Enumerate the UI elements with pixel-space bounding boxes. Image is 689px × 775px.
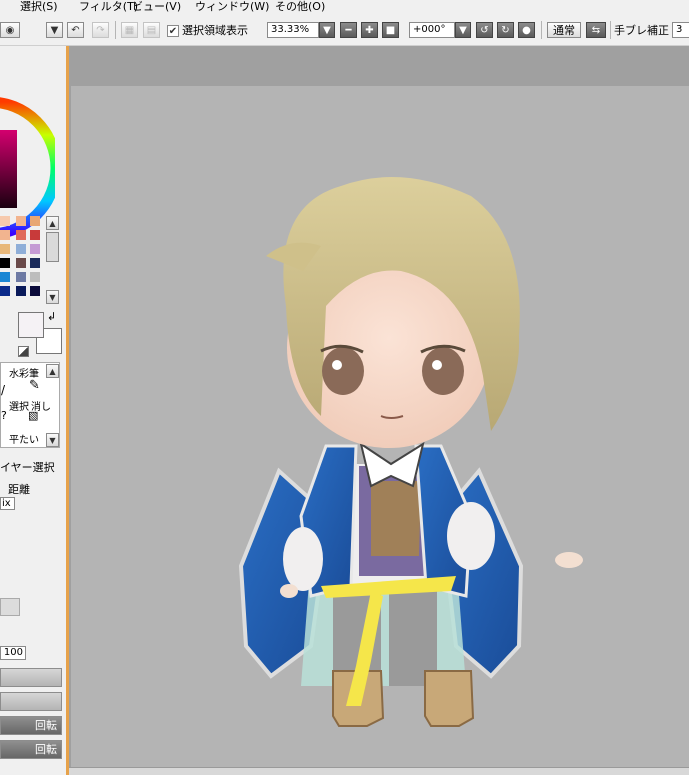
deselect-button[interactable]: ▦ (121, 22, 138, 38)
dropdown-button[interactable]: ▼ (46, 22, 63, 38)
rotate-button-1[interactable]: 回転 (0, 716, 62, 735)
chevron-down-icon: ▼ (459, 24, 467, 36)
selection-pen-icon: ? (1, 409, 7, 422)
swatch[interactable] (16, 286, 26, 296)
panel-toggle-button[interactable]: ◉ (0, 22, 20, 38)
swatch[interactable] (30, 216, 40, 226)
rotate-reset-button[interactable]: ● (518, 22, 535, 38)
menu-window[interactable]: ウィンドウ(W) (195, 0, 269, 13)
rotate-left-button[interactable]: ↺ (476, 22, 493, 38)
plus-icon: ✚ (365, 24, 374, 36)
zoom-dropdown-button[interactable]: ▼ (319, 22, 335, 38)
check-icon: ✔ (168, 25, 178, 37)
layer-button-1[interactable] (0, 668, 62, 687)
swatch[interactable] (30, 258, 40, 268)
brush-flat-label[interactable]: 平たい (9, 431, 39, 446)
flip-icon: ⇆ (591, 24, 601, 36)
pen-icon: / (1, 383, 6, 397)
toolbar-divider (610, 21, 611, 39)
chevron-down-icon: ▼ (323, 24, 331, 36)
swatch[interactable] (16, 258, 26, 268)
palette-scroll-up-button[interactable]: ▲ (46, 216, 59, 230)
rotation-dropdown-button[interactable]: ▼ (455, 22, 471, 38)
flip-button[interactable]: ⇆ (586, 22, 606, 38)
redo-icon: ↷ (96, 24, 105, 36)
square-icon: ■ (385, 24, 396, 36)
layer-button-2[interactable] (0, 692, 62, 711)
invert-selection-button[interactable]: ▤ (143, 22, 160, 38)
brush-selection-label[interactable]: 選択 (9, 398, 29, 413)
menu-filter[interactable]: フィルタ(T) (79, 0, 138, 13)
minus-icon: ━ (345, 24, 352, 36)
zoom-input[interactable]: 33.33% (267, 22, 319, 38)
drawing-canvas[interactable] (71, 86, 689, 768)
toolbar: ◉ ▼ ↶ ↷ ▦ ▤ ✔ 選択領域表示 33.33% ▼ ━ ✚ ■ +000… (0, 15, 689, 46)
swatch[interactable] (0, 258, 10, 268)
canvas-workspace[interactable] (66, 46, 689, 775)
redo-button[interactable]: ↷ (92, 22, 109, 38)
brush-icon: ✎ (29, 378, 40, 393)
tool-scroll-up-button[interactable]: ▲ (46, 364, 59, 378)
menu-other[interactable]: その他(O) (275, 0, 325, 13)
arrow-up-icon: ▲ (49, 218, 56, 228)
rotate-cw-icon: ↻ (501, 24, 510, 36)
stabilizer-label: 手ブレ補正 (614, 24, 669, 37)
undo-button[interactable]: ↶ (67, 22, 84, 38)
zoom-reset-button[interactable]: ■ (382, 22, 399, 38)
swatch[interactable] (0, 244, 10, 254)
arrow-up-icon: ▲ (49, 366, 56, 376)
eye-icon: ◉ (5, 24, 15, 36)
palette-scrollbar-thumb[interactable] (46, 232, 59, 262)
reset-icon: ● (522, 24, 531, 36)
rotate-ccw-icon: ↺ (480, 24, 489, 36)
swatch[interactable] (30, 230, 40, 240)
toolbar-divider (541, 21, 542, 39)
swatch[interactable] (16, 216, 26, 226)
toolbar-divider (115, 21, 116, 39)
swatch[interactable] (0, 272, 10, 282)
rotate-right-button[interactable]: ↻ (497, 22, 514, 38)
distance-label: 距離 (8, 483, 30, 496)
mix-mode-button[interactable]: ix (0, 497, 15, 510)
eraser-icon: ▧ (28, 409, 39, 422)
swatch[interactable] (30, 244, 40, 254)
show-selection-label: 選択領域表示 (182, 24, 248, 37)
horizontal-scrollbar[interactable] (69, 767, 689, 775)
swatch[interactable] (0, 216, 10, 226)
texture-slider[interactable] (0, 598, 20, 616)
deselect-icon: ▦ (124, 24, 135, 36)
arrow-down-icon: ▼ (49, 292, 56, 302)
palette-scroll-down-button[interactable]: ▼ (46, 290, 59, 304)
selection-icon: ▤ (146, 24, 157, 36)
rotation-input[interactable]: +000° (409, 22, 455, 38)
swatch[interactable] (16, 244, 26, 254)
arrow-down-icon: ▼ (49, 435, 56, 445)
swatch[interactable] (16, 230, 26, 240)
swap-colors-icon[interactable]: ↲ (47, 310, 56, 323)
menu-view[interactable]: ビュー(V) (132, 0, 181, 13)
layer-select-label: イヤー選択 (0, 461, 55, 474)
swatch[interactable] (16, 272, 26, 282)
menu-bar: 選択(S) フィルタ(T) ビュー(V) ウィンドウ(W) その他(O) (0, 0, 689, 15)
show-selection-checkbox[interactable]: ✔ (167, 25, 179, 37)
left-panel: ▲ ▼ ↲ 水彩筆 ✎ / 選択 消し ? ▧ 平たい ▲ ▼ イヤー選択 距離… (0, 46, 66, 775)
swatch[interactable] (0, 230, 10, 240)
zoom-out-button[interactable]: ━ (340, 22, 357, 38)
menu-select[interactable]: 選択(S) (20, 0, 58, 13)
zoom-in-button[interactable]: ✚ (361, 22, 378, 38)
swatch[interactable] (30, 286, 40, 296)
value-input[interactable]: 100 (0, 646, 26, 660)
chevron-down-icon: ▼ (50, 24, 59, 36)
blend-mode-button[interactable]: 通常 (547, 22, 581, 38)
reset-colors-icon[interactable] (18, 346, 29, 357)
foreground-color-swatch[interactable] (18, 312, 44, 338)
swatch[interactable] (0, 286, 10, 296)
character-illustration (238, 177, 583, 727)
rotate-button-2[interactable]: 回転 (0, 740, 62, 759)
swatch[interactable] (30, 272, 40, 282)
stabilizer-input[interactable]: 3 (672, 22, 689, 38)
tool-scroll-down-button[interactable]: ▼ (46, 433, 59, 447)
undo-icon: ↶ (71, 24, 80, 36)
